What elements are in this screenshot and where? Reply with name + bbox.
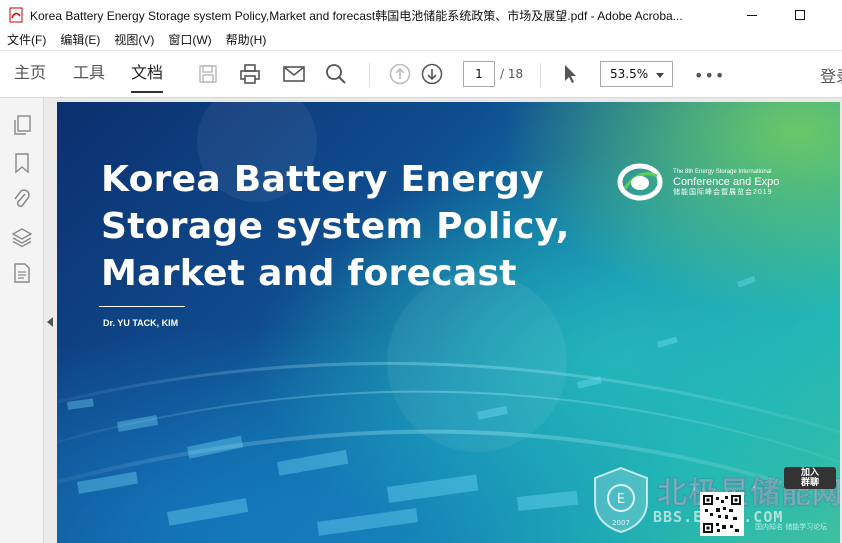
acrobat-pdf-icon [9, 7, 23, 23]
slide-title: Korea Battery Energy Storage system Poli… [101, 156, 581, 297]
document-properties-button[interactable] [11, 262, 33, 284]
zoom-value: 53.5% [610, 67, 649, 81]
save-button[interactable] [195, 61, 221, 87]
slide-title-line: Storage system Policy, [101, 206, 570, 247]
next-page-button[interactable] [419, 61, 445, 87]
more-tools-button[interactable]: ••• [694, 66, 725, 85]
page-total: / 18 [500, 67, 524, 81]
tab-document[interactable]: 文档 [131, 63, 164, 93]
watermark-caption: 国内知名 储能学习论坛 [755, 523, 828, 531]
print-icon [240, 64, 260, 84]
title-divider [99, 306, 185, 307]
minimize-icon [747, 14, 757, 16]
pdf-page: Korea Battery Energy Storage system Poli… [57, 102, 840, 543]
tab-tools[interactable]: 工具 [73, 63, 105, 93]
window-title: Korea Battery Energy Storage system Poli… [30, 9, 683, 23]
watermark-shield-icon: E 2007 [594, 466, 648, 534]
menu-bar: 文件(F) 编辑(E) 视图(V) 窗口(W) 帮助(H) [0, 30, 842, 50]
email-button[interactable] [281, 61, 307, 87]
navigation-pane [0, 98, 44, 543]
envelope-icon [283, 66, 305, 82]
pages-icon [14, 115, 31, 135]
slide-title-line: Korea Battery Energy [101, 159, 544, 200]
bookmarks-button[interactable] [11, 152, 33, 174]
slide-title-line: Market and forecast [101, 253, 517, 294]
zoom-select[interactable]: 53.5% [600, 61, 673, 87]
qr-code [700, 492, 744, 536]
join-group-badge: 加入 群聊 [784, 467, 836, 489]
attachments-button[interactable] [11, 188, 33, 210]
print-button[interactable] [237, 61, 263, 87]
previous-page-button[interactable] [387, 61, 413, 87]
search-button[interactable] [323, 61, 349, 87]
menu-file[interactable]: 文件(F) [0, 30, 53, 50]
slide-author: Dr. YU TACK, KIM [103, 318, 179, 328]
paperclip-icon [14, 189, 30, 208]
select-tool-button[interactable] [557, 61, 583, 87]
conference-branding: The 8th Energy Storage International Con… [673, 168, 779, 197]
document-view[interactable]: Korea Battery Energy Storage system Poli… [57, 98, 842, 543]
collapse-arrow-icon[interactable] [47, 317, 53, 327]
document-icon [14, 263, 30, 283]
svg-text:2007: 2007 [612, 519, 630, 527]
page-thumbnails-button[interactable] [11, 114, 33, 136]
qr-code-icon [703, 495, 741, 533]
menu-window[interactable]: 窗口(W) [161, 30, 218, 50]
menu-view[interactable]: 视图(V) [107, 30, 161, 50]
conference-logo-icon [617, 163, 663, 201]
toolbar-separator [540, 63, 541, 87]
signin-button[interactable]: 登录 [820, 63, 842, 87]
cursor-arrow-icon [565, 65, 576, 83]
arrow-up-circle-icon [389, 63, 411, 85]
conference-line1: The 8th Energy Storage International [673, 169, 772, 175]
bookmark-icon [15, 153, 29, 174]
join-group-label: 加入 群聊 [800, 468, 819, 488]
toolbar: 主页 工具 文档 1 / 18 53.5% ••• 登录 [0, 50, 842, 98]
svg-text:E: E [617, 492, 625, 507]
title-bar: Korea Battery Energy Storage system Poli… [0, 0, 842, 30]
layers-button[interactable] [11, 226, 33, 248]
page-number-input[interactable]: 1 [463, 61, 495, 87]
pane-splitter[interactable] [44, 98, 57, 543]
maximize-button[interactable] [777, 0, 823, 30]
menu-edit[interactable]: 编辑(E) [53, 30, 107, 50]
conference-line3: 储能国际峰会暨展览会2019 [673, 189, 773, 196]
layers-icon [11, 228, 33, 248]
arrow-down-circle-icon [421, 63, 443, 85]
save-icon [199, 65, 217, 83]
minimize-button[interactable] [729, 0, 775, 30]
chevron-down-icon [656, 73, 664, 78]
search-icon [326, 64, 346, 84]
maximize-icon [795, 10, 805, 20]
menu-help[interactable]: 帮助(H) [219, 30, 274, 50]
conference-line2: Conference and Expo [673, 176, 780, 188]
tab-home[interactable]: 主页 [14, 63, 46, 93]
toolbar-separator [369, 63, 370, 87]
